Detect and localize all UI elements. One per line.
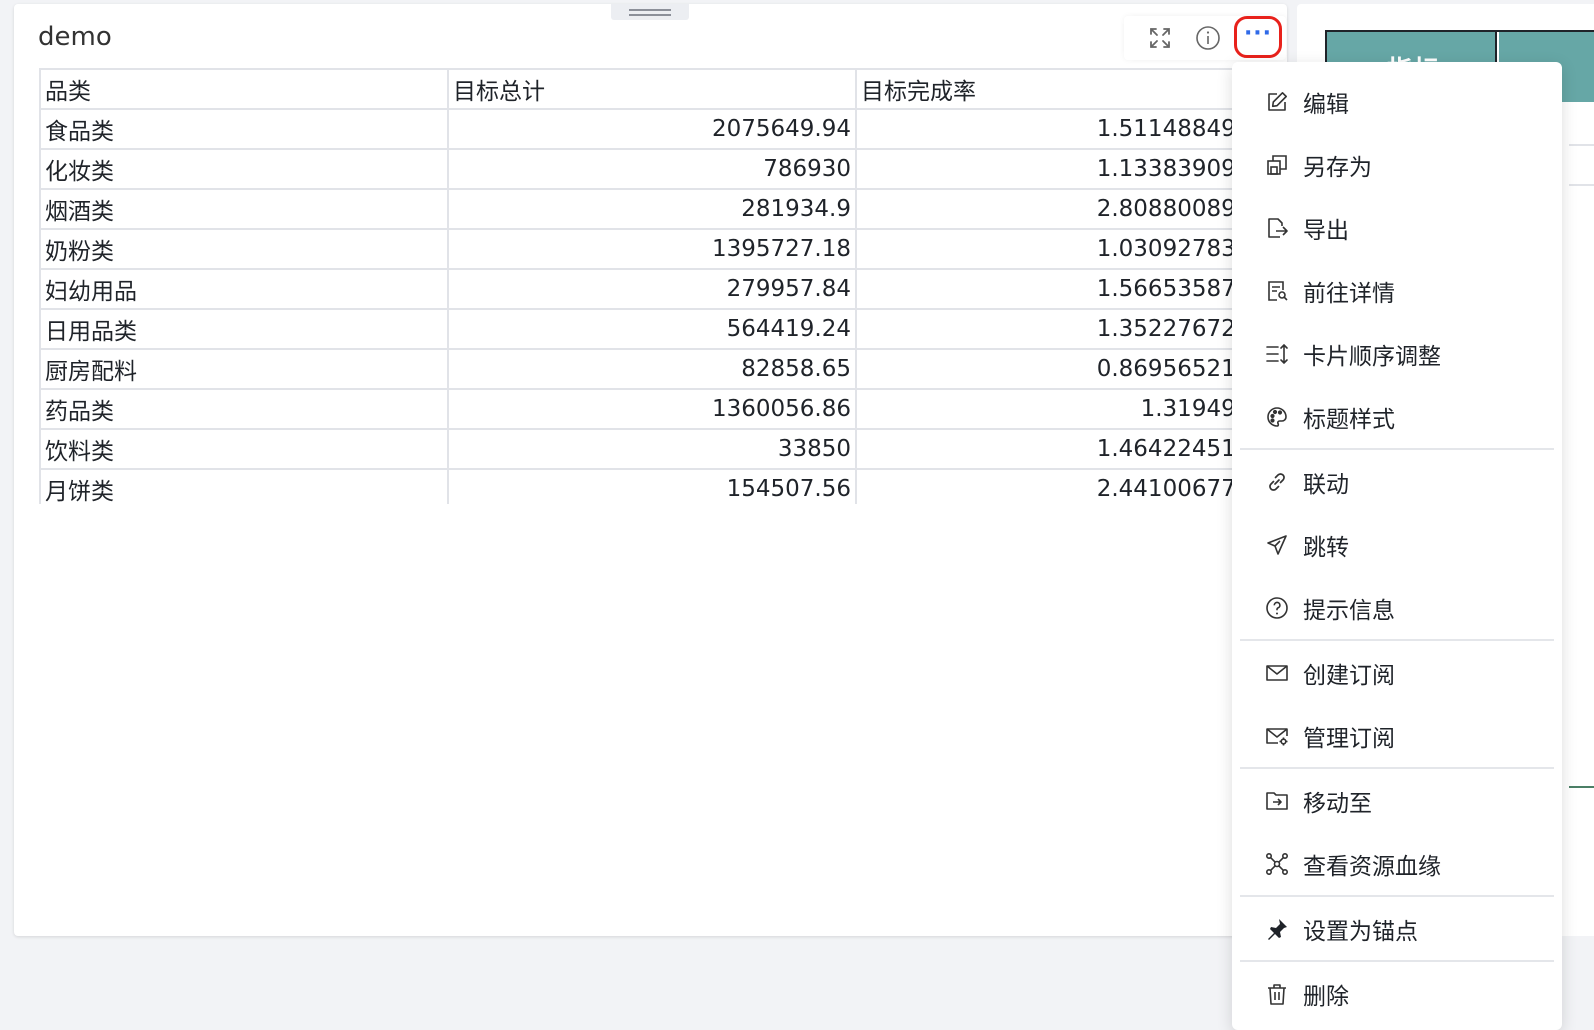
card-toolbar: ··· <box>1124 16 1286 60</box>
cell-target-total: 33850 <box>447 428 857 470</box>
cell-completion-rate: 1.4642245199 <box>855 428 1234 470</box>
more-actions-menu: 编辑 另存为 导出 前往详情 卡片顺序调整 标题样式 联动 跳转 提示信息 创建… <box>1232 62 1562 1030</box>
menu-item-export[interactable]: 导出 <box>1232 200 1562 256</box>
lineage-icon <box>1263 850 1291 878</box>
edit-icon <box>1263 88 1291 116</box>
cell-category: 奶粉类 <box>39 228 449 270</box>
card-title: demo <box>38 22 112 52</box>
menu-item-jump[interactable]: 跳转 <box>1232 517 1562 573</box>
divider <box>1569 144 1594 146</box>
cell-target-total: 1360056.86 <box>447 388 857 430</box>
menu-item-tooltip-info[interactable]: 提示信息 <box>1232 580 1562 636</box>
menu-item-manage-subscription[interactable]: 管理订阅 <box>1232 708 1562 764</box>
cell-target-total: 279957.84 <box>447 268 857 310</box>
cell-target-total: 154507.56 <box>447 468 857 504</box>
cell-completion-rate: 1.1338390962 <box>855 148 1234 190</box>
cell-target-total: 1395727.18 <box>447 228 857 270</box>
menu-item-save-as[interactable]: 另存为 <box>1232 137 1562 193</box>
divider <box>1569 786 1594 788</box>
send-icon <box>1263 531 1291 559</box>
palette-icon <box>1263 403 1291 431</box>
trash-icon <box>1263 980 1291 1008</box>
mail-settings-icon <box>1263 722 1291 750</box>
cell-completion-rate: 0.8695652173 <box>855 348 1234 390</box>
menu-divider <box>1240 895 1554 897</box>
table-row: 化妆类 786930 1.1338390962 <box>39 148 1234 190</box>
move-folder-icon <box>1263 787 1291 815</box>
cell-category: 烟酒类 <box>39 188 449 230</box>
table-row: 日用品类 564419.24 1.3522767225 <box>39 308 1234 350</box>
more-actions-button[interactable]: ··· <box>1234 16 1282 58</box>
table-card: demo ··· 品类 目标总计 目标完成率 食品类 2075649.94 1.… <box>14 4 1287 936</box>
table-row: 食品类 2075649.94 1.5114884930 <box>39 108 1234 150</box>
menu-item-go-to-detail[interactable]: 前往详情 <box>1232 263 1562 319</box>
column-header-target-total[interactable]: 目标总计 <box>447 68 857 110</box>
table-row: 月饼类 154507.56 2.4410067703 <box>39 468 1234 504</box>
table-row: 奶粉类 1395727.18 1.0309278350 <box>39 228 1234 270</box>
menu-item-create-subscription[interactable]: 创建订阅 <box>1232 645 1562 701</box>
detail-icon <box>1263 277 1291 305</box>
menu-item-move-to[interactable]: 移动至 <box>1232 773 1562 829</box>
expand-icon[interactable] <box>1144 22 1176 54</box>
menu-item-edit[interactable]: 编辑 <box>1232 74 1562 130</box>
column-header-category[interactable]: 品类 <box>39 68 449 110</box>
cell-completion-rate: 1.0309278350 <box>855 228 1234 270</box>
data-table: 品类 目标总计 目标完成率 食品类 2075649.94 1.511488493… <box>39 68 1234 504</box>
cell-target-total: 281934.9 <box>447 188 857 230</box>
column-header-completion-rate[interactable]: 目标完成率 <box>855 68 1234 110</box>
table-row: 药品类 1360056.86 1.3194963 <box>39 388 1234 430</box>
cell-category: 化妆类 <box>39 148 449 190</box>
cell-category: 食品类 <box>39 108 449 150</box>
export-icon <box>1263 214 1291 242</box>
menu-item-set-anchor[interactable]: 设置为锚点 <box>1232 901 1562 957</box>
table-row: 饮料类 33850 1.4642245199 <box>39 428 1234 470</box>
cell-target-total: 2075649.94 <box>447 108 857 150</box>
menu-item-delete[interactable]: 删除 <box>1232 966 1562 1022</box>
more-icon: ··· <box>1243 21 1273 46</box>
menu-item-view-lineage[interactable]: 查看资源血缘 <box>1232 836 1562 892</box>
sort-icon <box>1263 340 1291 368</box>
table-header-row: 品类 目标总计 目标完成率 <box>39 68 1234 110</box>
cell-category: 厨房配料 <box>39 348 449 390</box>
cell-completion-rate: 1.3194963 <box>855 388 1234 430</box>
menu-divider <box>1240 960 1554 962</box>
cell-completion-rate: 2.8088008969 <box>855 188 1234 230</box>
cell-target-total: 82858.65 <box>447 348 857 390</box>
table-row: 妇幼用品 279957.84 1.5665358755 <box>39 268 1234 310</box>
menu-divider <box>1240 639 1554 641</box>
mail-icon <box>1263 659 1291 687</box>
cell-completion-rate: 2.4410067703 <box>855 468 1234 504</box>
divider <box>1569 184 1594 186</box>
cell-completion-rate: 1.3522767225 <box>855 308 1234 350</box>
cell-category: 药品类 <box>39 388 449 430</box>
menu-item-title-style[interactable]: 标题样式 <box>1232 389 1562 445</box>
save-as-icon <box>1263 151 1291 179</box>
table-row: 厨房配料 82858.65 0.8695652173 <box>39 348 1234 390</box>
cell-target-total: 786930 <box>447 148 857 190</box>
cell-completion-rate: 1.5114884930 <box>855 108 1234 150</box>
help-icon <box>1263 594 1291 622</box>
menu-item-linkage[interactable]: 联动 <box>1232 454 1562 510</box>
data-table-container: 品类 目标总计 目标完成率 食品类 2075649.94 1.511488493… <box>39 68 1234 504</box>
link-icon <box>1263 468 1291 496</box>
cell-category: 饮料类 <box>39 428 449 470</box>
info-icon[interactable] <box>1192 22 1224 54</box>
drag-handle[interactable] <box>611 4 689 20</box>
menu-divider <box>1240 448 1554 450</box>
menu-divider <box>1240 767 1554 769</box>
pin-icon <box>1263 915 1291 943</box>
cell-target-total: 564419.24 <box>447 308 857 350</box>
menu-item-card-order[interactable]: 卡片顺序调整 <box>1232 326 1562 382</box>
cell-completion-rate: 1.5665358755 <box>855 268 1234 310</box>
table-row: 烟酒类 281934.9 2.8088008969 <box>39 188 1234 230</box>
cell-category: 妇幼用品 <box>39 268 449 310</box>
cell-category: 月饼类 <box>39 468 449 504</box>
cell-category: 日用品类 <box>39 308 449 350</box>
